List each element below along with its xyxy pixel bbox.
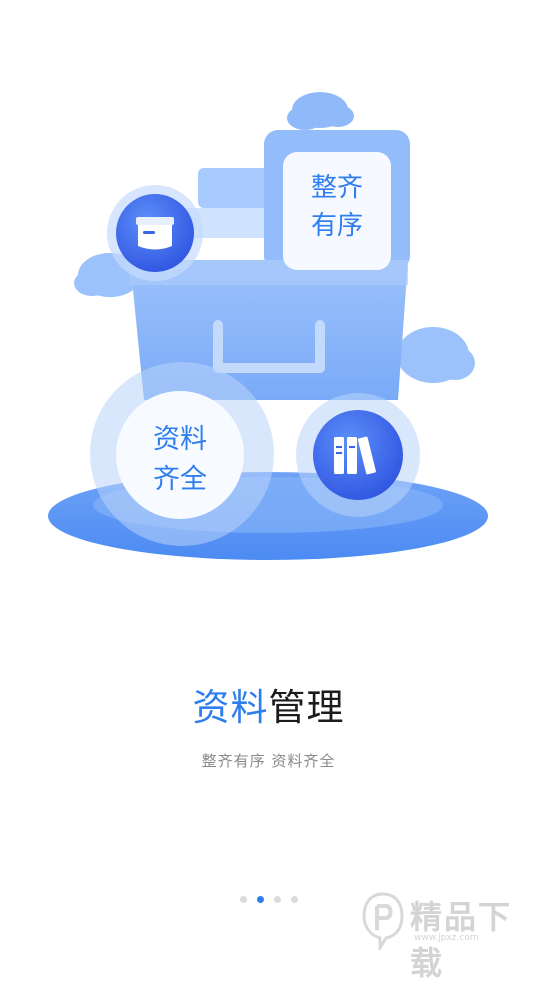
page-subtitle: 整齐有序 资料齐全 <box>201 752 336 770</box>
hero-illustration: 整齐 有序 资料 齐全 <box>48 92 488 560</box>
cloud-top <box>287 92 354 130</box>
pager-dot-active[interactable] <box>256 896 264 903</box>
watermark-logo-icon <box>362 892 404 954</box>
bubble-left-line1: 资料 <box>153 424 207 455</box>
pager-dot[interactable] <box>290 896 298 903</box>
bubble-left <box>116 391 244 519</box>
pager-dot[interactable] <box>239 896 247 903</box>
box-icon <box>136 217 174 250</box>
pager-dot[interactable] <box>273 896 281 903</box>
page-title: 资料管理 <box>0 684 537 732</box>
bubble-top-line1: 整齐 <box>311 173 363 203</box>
cloud-right <box>397 327 475 383</box>
bubble-top-line2: 有序 <box>311 211 363 241</box>
watermark: 精品下载 www.jpxz.com <box>360 890 535 982</box>
watermark-url: www.jpxz.com <box>414 933 479 943</box>
bubble-left-line2: 齐全 <box>153 464 207 495</box>
books-icon-badge <box>313 410 403 500</box>
page-title-main: 管理 <box>268 686 345 729</box>
page-title-accent: 资料 <box>192 686 269 729</box>
